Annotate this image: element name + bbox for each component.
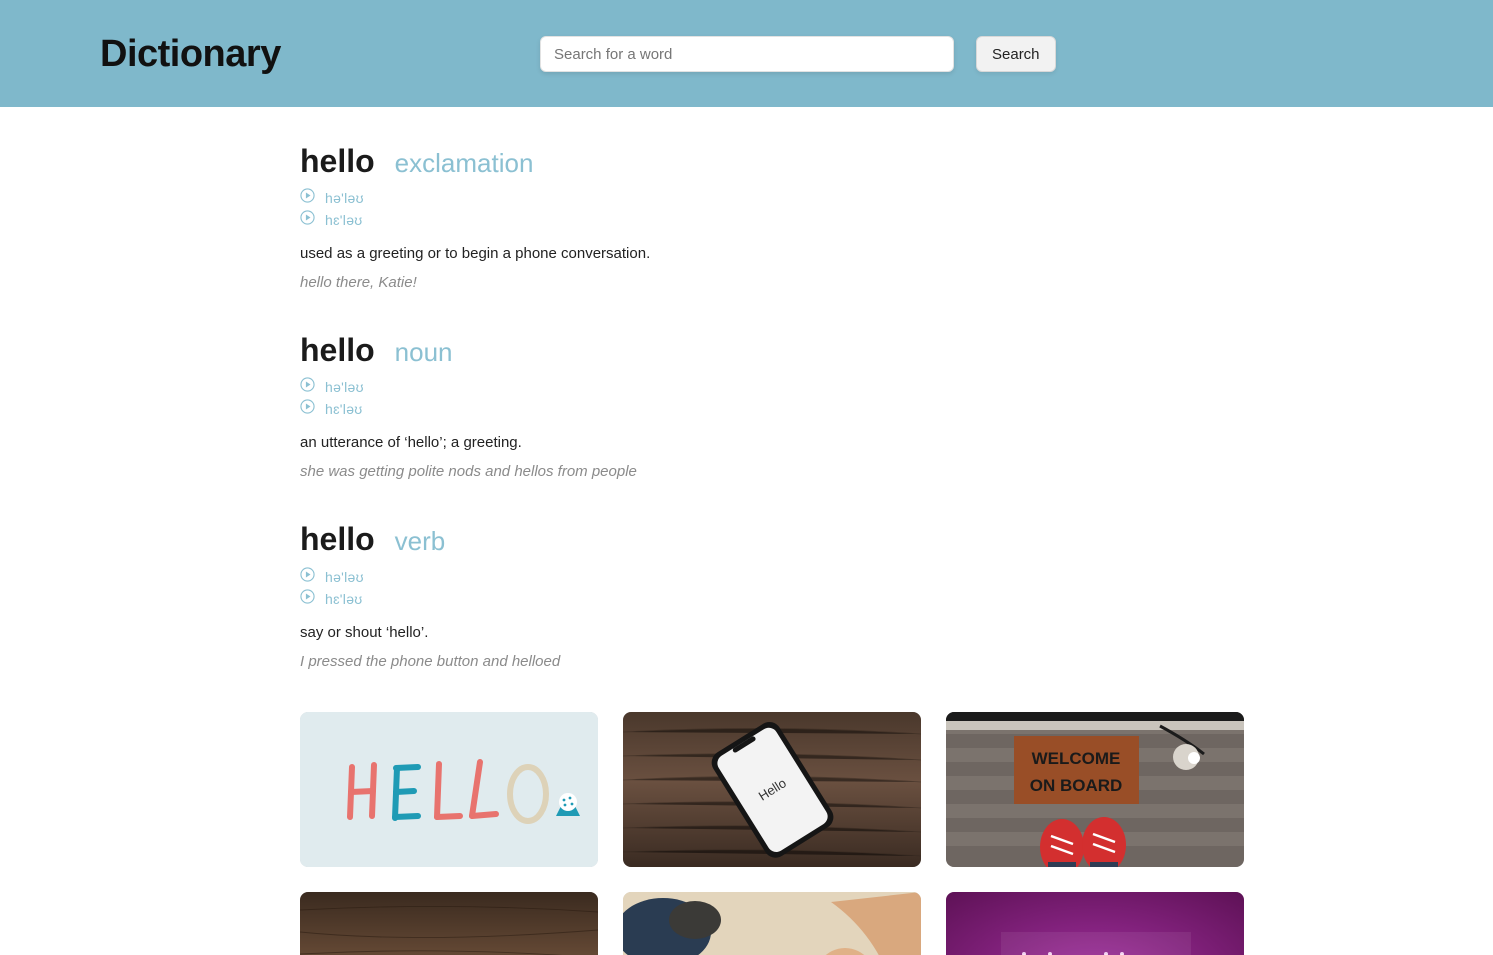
play-circle-icon[interactable] bbox=[300, 566, 315, 587]
search-button[interactable]: Search bbox=[976, 36, 1056, 72]
results-content: hello exclamation hə'ləʊ hɛ'ləʊ used as … bbox=[300, 107, 1246, 955]
entry-part-of-speech: verb bbox=[394, 526, 446, 557]
pronunciation-row[interactable]: hə'ləʊ bbox=[300, 566, 1246, 587]
definition-entry: hello exclamation hə'ləʊ hɛ'ləʊ used as … bbox=[300, 143, 1246, 292]
play-circle-icon[interactable] bbox=[300, 399, 315, 419]
gallery-image-clay-hello[interactable] bbox=[300, 711, 598, 867]
play-circle-icon[interactable] bbox=[300, 210, 315, 230]
image-gallery: Hello WELCOME ON BOARD bbox=[300, 711, 1246, 955]
entry-header: hello verb bbox=[300, 522, 1246, 557]
entry-header: hello exclamation bbox=[300, 143, 1246, 179]
entry-part-of-speech: exclamation bbox=[394, 148, 534, 178]
pronunciation-text: hə'ləʊ bbox=[325, 190, 364, 207]
gallery-image-dark-wood[interactable] bbox=[300, 891, 598, 955]
pronunciation-row[interactable]: hə'ləʊ bbox=[300, 377, 1246, 397]
pronunciation-text: hə'ləʊ bbox=[325, 568, 364, 585]
pronunciation-text: hɛ'ləʊ bbox=[325, 212, 363, 229]
play-circle-icon[interactable] bbox=[300, 377, 315, 397]
definition-entry: hello noun hə'ləʊ hɛ'ləʊ an utterance of… bbox=[300, 332, 1246, 481]
entry-word: hello bbox=[300, 521, 375, 558]
entry-definition: an utterance of ‘hello’; a greeting. bbox=[300, 434, 522, 452]
pronunciation-text: hɛ'ləʊ bbox=[325, 401, 363, 418]
page-title: Dictionary bbox=[100, 32, 281, 75]
gallery-image-welcome-mat[interactable]: WELCOME ON BOARD bbox=[946, 711, 1244, 867]
gallery-image-handshake[interactable] bbox=[623, 891, 921, 955]
entry-word: hello bbox=[300, 332, 375, 369]
pronunciation-text: hɛ'ləʊ bbox=[325, 590, 363, 607]
entry-definition: used as a greeting or to begin a phone c… bbox=[300, 245, 651, 263]
search-input[interactable] bbox=[540, 36, 954, 72]
definition-entry: hello verb hə'ləʊ hɛ'ləʊ say or shout ‘h… bbox=[300, 522, 1246, 670]
gallery-image-neon-hello[interactable] bbox=[946, 891, 1244, 955]
entry-example: hello there, Katie! bbox=[300, 274, 417, 292]
entry-example: she was getting polite nods and hellos f… bbox=[300, 463, 637, 481]
pronunciation-row[interactable]: hɛ'ləʊ bbox=[300, 210, 1246, 230]
search-area: Search bbox=[540, 36, 1056, 72]
play-circle-icon[interactable] bbox=[300, 588, 315, 609]
entry-word: hello bbox=[300, 143, 375, 179]
play-circle-icon[interactable] bbox=[300, 188, 315, 208]
entry-part-of-speech: noun bbox=[394, 337, 453, 368]
pronunciation-text: hə'ləʊ bbox=[325, 379, 364, 396]
entry-definition: say or shout ‘hello’. bbox=[300, 623, 429, 641]
pronunciation-row[interactable]: hɛ'ləʊ bbox=[300, 588, 1246, 609]
svg-text:ON BOARD: ON BOARD bbox=[1030, 776, 1123, 795]
entry-example: I pressed the phone button and helloed bbox=[300, 652, 561, 670]
pronunciation-row[interactable]: hə'ləʊ bbox=[300, 188, 1246, 208]
site-header: Dictionary Search bbox=[0, 0, 1493, 107]
entry-header: hello noun bbox=[300, 332, 1246, 369]
pronunciation-row[interactable]: hɛ'ləʊ bbox=[300, 399, 1246, 419]
svg-text:WELCOME: WELCOME bbox=[1032, 749, 1121, 768]
gallery-image-phone-hello[interactable]: Hello bbox=[623, 711, 921, 867]
